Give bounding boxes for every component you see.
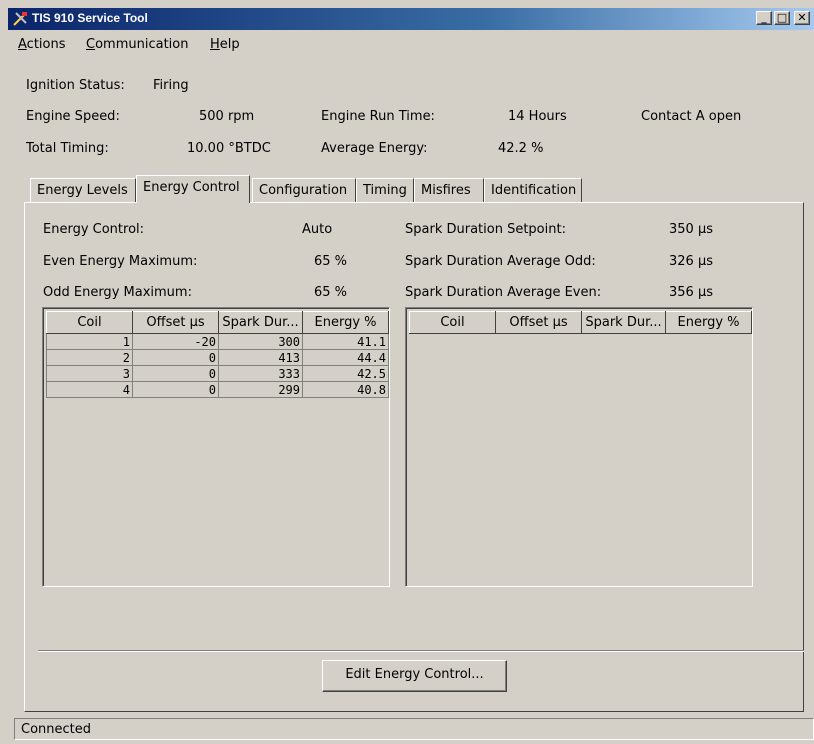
cell-spark-duration: 333 (218, 365, 303, 382)
odd-energy-max-label: Odd Energy Maximum: (43, 285, 192, 300)
maximize-button[interactable]: □ (774, 11, 790, 25)
col-coil[interactable]: Coil (409, 311, 496, 334)
tab-misfires[interactable]: Misfires (414, 178, 484, 202)
cell-coil: 4 (46, 381, 133, 398)
even-coils-grid: Coil Offset µs Spark Dur... Energy % (409, 311, 752, 334)
tab-identification[interactable]: Identification (484, 178, 582, 202)
menu-help-mnemonic: H (210, 37, 220, 52)
col-coil[interactable]: Coil (46, 311, 133, 334)
col-spark-duration[interactable]: Spark Dur... (581, 311, 666, 334)
col-offset[interactable]: Offset µs (132, 311, 219, 334)
cell-offset: 0 (132, 365, 219, 382)
energy-control-mode-label: Energy Control: (43, 222, 145, 237)
col-offset[interactable]: Offset µs (495, 311, 582, 334)
average-energy-label: Average Energy: (321, 141, 428, 156)
spark-duration-setpoint-value: 350 µs (669, 222, 713, 237)
menu-communication-mnemonic: C (86, 37, 96, 52)
engine-run-time-label: Engine Run Time: (321, 109, 435, 124)
cell-offset: -20 (132, 333, 219, 350)
odd-energy-max-value: 65 % (314, 285, 348, 300)
tab-energy-control[interactable]: Energy Control (136, 175, 250, 203)
cell-energy: 42.5 (302, 365, 389, 382)
menu-help[interactable]: Help (210, 37, 240, 52)
cell-spark-duration: 413 (218, 349, 303, 366)
spark-duration-avg-odd-value: 326 µs (669, 254, 713, 269)
menu-communication-label: ommunication (95, 37, 189, 52)
col-energy[interactable]: Energy % (302, 311, 389, 334)
status-bar: Connected (14, 718, 814, 740)
even-coils-table[interactable]: Coil Offset µs Spark Dur... Energy % (405, 307, 753, 587)
menu-bar: Actions Communication Help (8, 34, 814, 56)
close-button[interactable]: ✕ (794, 11, 810, 25)
cell-spark-duration: 299 (218, 381, 303, 398)
spark-duration-setpoint-label: Spark Duration Setpoint: (405, 222, 566, 237)
spark-duration-avg-odd-label: Spark Duration Average Odd: (405, 254, 596, 269)
engine-speed-label: Engine Speed: (26, 109, 120, 124)
even-energy-max-label: Even Energy Maximum: (43, 254, 198, 269)
total-timing-label: Total Timing: (26, 141, 109, 156)
odd-coils-grid: Coil Offset µs Spark Dur... Energy % 1 -2… (46, 311, 389, 398)
ignition-status-label: Ignition Status: (26, 78, 125, 93)
menu-communication[interactable]: Communication (86, 37, 188, 52)
even-energy-max-value: 65 % (314, 254, 348, 269)
spark-duration-avg-even-value: 356 µs (669, 285, 713, 300)
connection-status: Connected (21, 722, 92, 737)
table-row[interactable]: 4 0 299 40.8 (46, 381, 389, 398)
table-row[interactable]: 2 0 413 44.4 (46, 349, 389, 366)
cell-offset: 0 (132, 349, 219, 366)
contact-status: Contact A open (641, 109, 742, 124)
cell-energy: 40.8 (302, 381, 389, 398)
odd-coils-body: 1 -20 300 41.1 2 0 413 44.4 3 0 333 42.5 4 0 299 40.8 (46, 333, 389, 398)
table-row[interactable]: 3 0 333 42.5 (46, 365, 389, 382)
edit-energy-control-button[interactable]: Edit Energy Control... (322, 660, 507, 692)
menu-help-label: elp (219, 37, 240, 52)
tab-energy-levels[interactable]: Energy Levels (30, 178, 136, 202)
col-spark-duration[interactable]: Spark Dur... (218, 311, 303, 334)
panel-separator (38, 650, 804, 652)
cell-coil: 2 (46, 349, 133, 366)
average-energy-value: 42.2 % (498, 141, 544, 156)
ignition-status-value: Firing (153, 78, 189, 93)
window-title: TIS 910 Service Tool (32, 11, 148, 25)
minimize-button[interactable]: _ (756, 11, 772, 25)
table-row[interactable]: 1 -20 300 41.1 (46, 333, 389, 350)
spark-duration-avg-even-label: Spark Duration Average Even: (405, 285, 602, 300)
engine-speed-value: 500 rpm (199, 109, 255, 124)
cell-spark-duration: 300 (218, 333, 303, 350)
title-bar[interactable]: TIS 910 Service Tool _ □ ✕ (8, 8, 814, 30)
tab-timing[interactable]: Timing (356, 178, 414, 202)
cell-energy: 41.1 (302, 333, 389, 350)
cell-energy: 44.4 (302, 349, 389, 366)
cell-coil: 3 (46, 365, 133, 382)
app-tools-icon (13, 12, 27, 26)
cell-offset: 0 (132, 381, 219, 398)
total-timing-value: 10.00 °BTDC (187, 141, 271, 156)
menu-actions[interactable]: Actions (18, 37, 66, 52)
tab-configuration[interactable]: Configuration (252, 178, 356, 202)
col-energy[interactable]: Energy % (665, 311, 752, 334)
energy-control-mode-value: Auto (302, 222, 333, 237)
odd-coils-table[interactable]: Coil Offset µs Spark Dur... Energy % 1 -2… (42, 307, 390, 587)
engine-run-time-value: 14 Hours (508, 109, 567, 124)
cell-coil: 1 (46, 333, 133, 350)
menu-actions-mnemonic: A (18, 37, 27, 52)
menu-actions-label: ctions (26, 37, 66, 52)
